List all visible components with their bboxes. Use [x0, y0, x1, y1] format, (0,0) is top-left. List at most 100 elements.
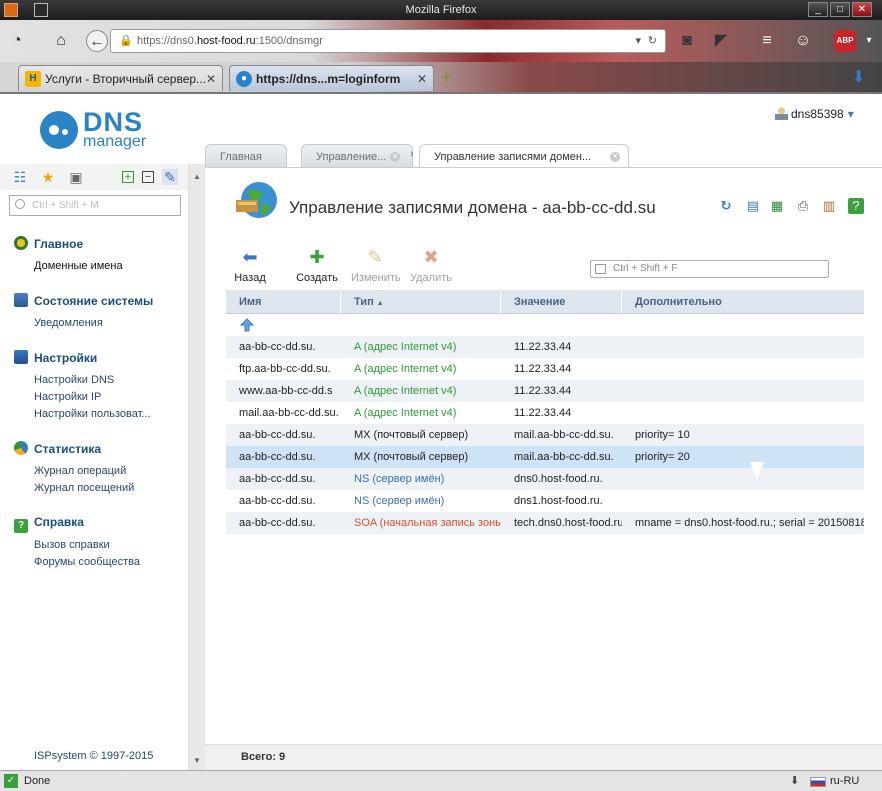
sidebar-item-visits-log[interactable]: Журнал посещений	[34, 482, 134, 494]
excel-icon[interactable]: ▦	[769, 198, 785, 214]
table-row[interactable]: aa-bb-cc-dd.su. MX (почтовый сервер) mail.…	[226, 446, 864, 468]
column-extra[interactable]: Дополнительно	[622, 290, 864, 314]
tab-manage[interactable]: Управление... ✕	[301, 144, 413, 168]
close-tab-icon[interactable]: ✕	[610, 152, 620, 162]
sidebar-item-user-settings[interactable]: Настройки пользоват...	[34, 408, 151, 420]
menu-icon[interactable]: ≡	[756, 30, 778, 52]
record-value: mail.aa-bb-cc-dd.su.	[514, 451, 614, 463]
column-label: Дополнительно	[635, 296, 722, 308]
sidebar-section-help[interactable]: ? Справка	[14, 515, 84, 533]
sidebar-section-statistics[interactable]: Статистика	[14, 441, 101, 456]
record-name: aa-bb-cc-dd.su.	[239, 341, 316, 353]
table-row[interactable]: ftp.aa-bb-cc-dd.su. A (адрес Internet v4)…	[226, 358, 864, 380]
table-row[interactable]: www.aa-bb-cc-dd.s A (адрес Internet v4) 11…	[226, 380, 864, 402]
record-value: mail.aa-bb-cc-dd.su.	[514, 429, 614, 441]
record-extra: priority= 20	[635, 451, 690, 463]
close-tab-icon[interactable]: ✕	[390, 152, 400, 162]
scroll-up-icon[interactable]: ▲	[193, 172, 201, 181]
browser-tab-services[interactable]: H Услуги - Вторичный сервер... ✕	[18, 65, 223, 91]
sidebar-item-community-forums[interactable]: Форумы сообщества	[34, 556, 140, 568]
download-arrow-icon[interactable]: ⬇	[790, 771, 799, 791]
url-bar[interactable]: 🔒 https://dns0.host-food.ru:1500/dnsmgr …	[110, 29, 666, 53]
tab-records[interactable]: Управление записями домен... ✕	[419, 144, 629, 169]
parent-level-row[interactable]	[226, 314, 864, 336]
bookmark-icon[interactable]: ◤	[710, 30, 732, 52]
sidebar-section-settings[interactable]: Настройки	[14, 350, 97, 365]
firefox-menu-icon[interactable]	[4, 3, 18, 17]
globe-icon	[236, 182, 277, 218]
expand-all-icon[interactable]: +	[122, 171, 134, 183]
table-row[interactable]: aa-bb-cc-dd.su. MX (почтовый сервер) mail.…	[226, 424, 864, 446]
sidebar-search-input[interactable]: Ctrl + Shift + M	[9, 195, 181, 216]
copy-icon[interactable]: ▤	[745, 198, 761, 214]
sidebar-item-notifications[interactable]: Уведомления	[34, 317, 103, 329]
maximize-button[interactable]: □	[830, 2, 850, 17]
delete-button[interactable]: ✖ Удалить	[407, 246, 455, 284]
column-label: Значение	[514, 296, 566, 308]
column-name[interactable]: Имя	[226, 290, 341, 314]
sidebar-section-main[interactable]: Главное	[14, 236, 83, 251]
record-name: aa-bb-cc-dd.su.	[239, 429, 316, 441]
sidebar: ☷ ★ ▣ + − ✎ Ctrl + Shift + M Главное Дом…	[0, 164, 188, 770]
column-value[interactable]: Значение	[501, 290, 622, 314]
close-tab-icon[interactable]: ✕	[417, 66, 427, 91]
table-row[interactable]: mail.aa-bb-cc-dd.su. A (адрес Internet v4…	[226, 402, 864, 424]
logo-subtitle: manager	[83, 133, 147, 150]
record-value: dns1.host-food.ru.	[514, 495, 603, 507]
collapse-all-icon[interactable]: −	[142, 171, 154, 183]
sidebar-item-operations-log[interactable]: Журнал операций	[34, 465, 126, 477]
history-icon[interactable]: ◔	[6, 30, 28, 52]
minimize-button[interactable]: _	[808, 2, 828, 17]
briefcase-icon[interactable]: ▣	[68, 169, 84, 185]
table-search-input[interactable]: Ctrl + Shift + F	[590, 260, 829, 278]
refresh-icon[interactable]: ↻	[718, 198, 734, 214]
chevron-down-icon[interactable]: ▾	[858, 30, 880, 52]
downloads-icon[interactable]: ⬇	[852, 67, 865, 87]
window-restore-icon[interactable]	[34, 3, 48, 17]
close-tab-icon[interactable]: ✕	[206, 66, 216, 91]
reload-icon[interactable]: ↻	[648, 30, 657, 52]
locale-indicator[interactable]: ru-RU	[830, 771, 859, 791]
pin-icon[interactable]: ✎	[162, 169, 178, 185]
new-tab-icon[interactable]: +	[441, 67, 452, 88]
pocket-icon[interactable]: ◙	[676, 30, 698, 52]
table-header: Имя Тип ▲ Значение Дополнительно	[226, 290, 864, 314]
smiley-icon[interactable]: ☺	[792, 30, 814, 52]
table-row[interactable]: aa-bb-cc-dd.su. NS (сервер имён) dns0.host…	[226, 468, 864, 490]
tab-main[interactable]: Главная	[205, 144, 287, 168]
print-icon[interactable]: ⎙	[795, 198, 811, 214]
back-icon[interactable]: ←	[86, 30, 108, 52]
star-icon[interactable]: ★	[40, 169, 56, 185]
sidebar-item-domain-names[interactable]: Доменные имена	[34, 260, 123, 272]
help-icon[interactable]: ?	[848, 198, 864, 214]
table-search-placeholder: Ctrl + Shift + F	[613, 263, 678, 274]
back-button[interactable]: ⬅ Назад	[226, 246, 274, 284]
table-row[interactable]: aa-bb-cc-dd.su. NS (сервер имён) dns1.host…	[226, 490, 864, 512]
sidebar-item-dns-settings[interactable]: Настройки DNS	[34, 374, 114, 386]
edit-button[interactable]: ✎ Изменить	[351, 246, 401, 284]
url-prefix: https://dns0.	[137, 35, 197, 47]
dropdown-icon[interactable]: ▾	[635, 30, 641, 52]
close-window-button[interactable]: ✕	[852, 2, 872, 17]
table-settings-icon[interactable]: ▥	[821, 198, 837, 214]
table-row[interactable]: aa-bb-cc-dd.su. A (адрес Internet v4) 11.2…	[226, 336, 864, 358]
record-type: SOA (начальная запись зоны)	[354, 517, 501, 529]
record-name: aa-bb-cc-dd.su.	[239, 451, 316, 463]
pie-chart-icon	[14, 441, 28, 455]
browser-tab-login[interactable]: ● https://dns...m=loginform ✕	[229, 65, 434, 91]
table-footer: Всего: 9	[205, 744, 882, 770]
sidebar-item-ip-settings[interactable]: Настройки IP	[34, 391, 101, 403]
sidebar-section-system-status[interactable]: Состояние системы	[14, 293, 153, 308]
sidebar-item-call-help[interactable]: Вызов справки	[34, 539, 110, 551]
home-icon[interactable]: ⌂	[50, 30, 72, 52]
tree-view-icon[interactable]: ☷	[12, 169, 28, 185]
column-type[interactable]: Тип ▲	[341, 290, 501, 314]
tab-label: Главная	[220, 151, 262, 163]
sidebar-scrollbar[interactable]: ▲ ▼	[188, 164, 205, 770]
create-button[interactable]: ✚ Создать	[293, 246, 341, 284]
record-value: 11.22.33.44	[514, 407, 572, 419]
table-row[interactable]: aa-bb-cc-dd.su. SOA (начальная запись зон…	[226, 512, 864, 534]
adblock-icon[interactable]: ABP	[834, 30, 856, 52]
user-menu[interactable]: dns85398 ▾	[775, 107, 854, 121]
scroll-down-icon[interactable]: ▼	[193, 756, 201, 765]
